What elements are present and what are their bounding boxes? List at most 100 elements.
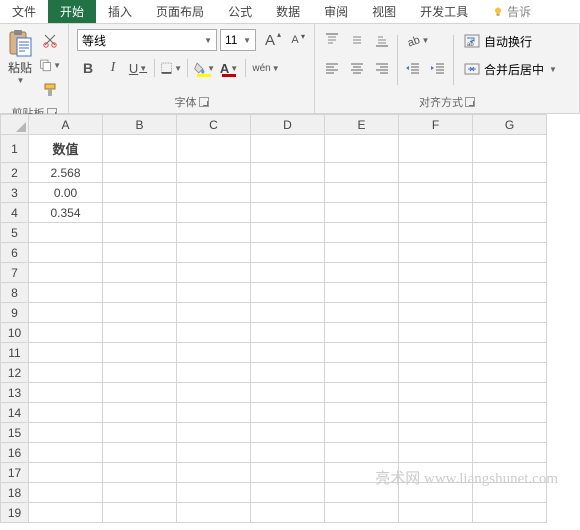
cell[interactable] (473, 243, 547, 263)
cell[interactable] (399, 423, 473, 443)
cell[interactable] (29, 403, 103, 423)
row-header[interactable]: 15 (1, 423, 29, 443)
cell[interactable] (177, 243, 251, 263)
align-middle-button[interactable] (346, 29, 368, 51)
cell[interactable] (325, 263, 399, 283)
cell[interactable] (473, 483, 547, 503)
cell[interactable] (399, 303, 473, 323)
cell[interactable] (177, 403, 251, 423)
cell[interactable] (473, 383, 547, 403)
cell[interactable] (103, 303, 177, 323)
cell[interactable] (29, 243, 103, 263)
merge-center-button[interactable]: 合并后居中▼ (460, 57, 561, 81)
cell[interactable] (251, 283, 325, 303)
font-size-select[interactable]: 11▼ (220, 29, 256, 51)
col-header-E[interactable]: E (325, 115, 399, 135)
cell[interactable] (399, 163, 473, 183)
cell[interactable] (177, 323, 251, 343)
cell[interactable] (325, 183, 399, 203)
tab-developer[interactable]: 开发工具 (408, 0, 480, 23)
row-header[interactable]: 9 (1, 303, 29, 323)
cell[interactable] (103, 183, 177, 203)
cell[interactable] (473, 323, 547, 343)
cell[interactable] (29, 383, 103, 403)
cell[interactable] (251, 343, 325, 363)
tab-insert[interactable]: 插入 (96, 0, 144, 23)
align-right-button[interactable] (371, 57, 393, 79)
cell[interactable] (177, 383, 251, 403)
cell[interactable] (251, 403, 325, 423)
cell[interactable] (251, 443, 325, 463)
cell[interactable] (473, 223, 547, 243)
cell[interactable] (399, 363, 473, 383)
row-header[interactable]: 6 (1, 243, 29, 263)
cell[interactable] (103, 283, 177, 303)
cell[interactable] (177, 303, 251, 323)
cell[interactable] (399, 463, 473, 483)
cell[interactable] (473, 363, 547, 383)
col-header-B[interactable]: B (103, 115, 177, 135)
paste-button[interactable]: 粘贴 ▼ (4, 27, 36, 103)
col-header-D[interactable]: D (251, 115, 325, 135)
row-header[interactable]: 19 (1, 503, 29, 523)
align-left-button[interactable] (321, 57, 343, 79)
col-header-C[interactable]: C (177, 115, 251, 135)
cell[interactable] (399, 203, 473, 223)
cell[interactable] (103, 403, 177, 423)
cell[interactable] (29, 303, 103, 323)
underline-button[interactable]: U▼ (127, 57, 149, 79)
cell[interactable] (103, 463, 177, 483)
cell[interactable] (251, 223, 325, 243)
cell[interactable] (103, 363, 177, 383)
cell[interactable] (325, 343, 399, 363)
cell[interactable] (399, 403, 473, 423)
cell[interactable] (325, 223, 399, 243)
cell[interactable] (29, 463, 103, 483)
cell[interactable] (325, 363, 399, 383)
cell[interactable] (29, 503, 103, 523)
cell-A2[interactable]: 2.568 (29, 163, 103, 183)
decrease-indent-button[interactable] (402, 57, 424, 79)
tab-home[interactable]: 开始 (48, 0, 96, 23)
tab-view[interactable]: 视图 (360, 0, 408, 23)
cell[interactable] (251, 383, 325, 403)
cell[interactable] (473, 403, 547, 423)
cell[interactable] (399, 243, 473, 263)
cell[interactable] (251, 303, 325, 323)
cell[interactable] (325, 323, 399, 343)
cell[interactable] (251, 183, 325, 203)
cell[interactable] (473, 263, 547, 283)
cell-A4[interactable]: 0.354 (29, 203, 103, 223)
cell[interactable] (103, 163, 177, 183)
row-header[interactable]: 7 (1, 263, 29, 283)
cell[interactable] (103, 203, 177, 223)
border-button[interactable]: ▼ (160, 57, 182, 79)
cell[interactable] (177, 443, 251, 463)
font-launcher[interactable] (199, 97, 209, 107)
cell[interactable] (325, 163, 399, 183)
cell[interactable] (325, 423, 399, 443)
row-header[interactable]: 17 (1, 463, 29, 483)
cell[interactable] (399, 183, 473, 203)
cut-button[interactable] (39, 29, 61, 51)
select-all-corner[interactable] (1, 115, 29, 135)
cell[interactable] (325, 203, 399, 223)
cell[interactable] (29, 483, 103, 503)
cell[interactable] (399, 283, 473, 303)
cell[interactable] (103, 383, 177, 403)
cell[interactable] (29, 363, 103, 383)
cell[interactable] (29, 343, 103, 363)
cell[interactable] (473, 283, 547, 303)
cell[interactable] (251, 163, 325, 183)
cell[interactable] (103, 243, 177, 263)
cell-A1[interactable]: 数值 (29, 135, 103, 163)
cell[interactable] (473, 303, 547, 323)
cell[interactable] (325, 503, 399, 523)
row-header[interactable]: 4 (1, 203, 29, 223)
cell[interactable] (29, 443, 103, 463)
cell[interactable] (103, 323, 177, 343)
cell[interactable] (399, 323, 473, 343)
font-color-button[interactable]: A▼ (218, 57, 240, 79)
tab-layout[interactable]: 页面布局 (144, 0, 216, 23)
cell[interactable] (251, 135, 325, 163)
